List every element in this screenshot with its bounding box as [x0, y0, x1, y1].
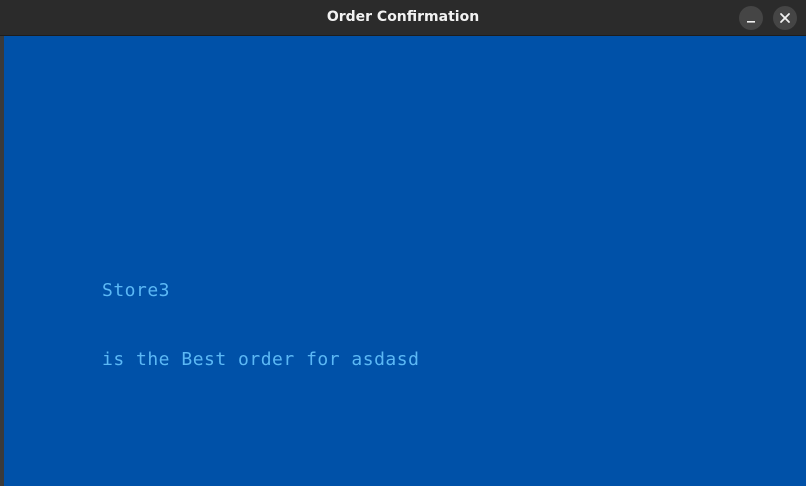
window-title: Order Confirmation: [326, 9, 480, 25]
close-icon: [780, 13, 790, 23]
title-bar[interactable]: Order Confirmation: [0, 0, 806, 36]
close-button[interactable]: [773, 6, 797, 30]
store-name-text: Store3: [102, 280, 171, 301]
minimize-icon: [747, 21, 755, 23]
content-area: Store3 is the Best order for asdasd: [4, 36, 806, 486]
app-window: Order Confirmation Store3 is the Best or…: [0, 0, 806, 486]
order-message-text: is the Best order for asdasd: [102, 349, 420, 370]
minimize-button[interactable]: [739, 6, 763, 30]
confirmation-message: Store3 is the Best order for asdasd: [102, 233, 419, 417]
